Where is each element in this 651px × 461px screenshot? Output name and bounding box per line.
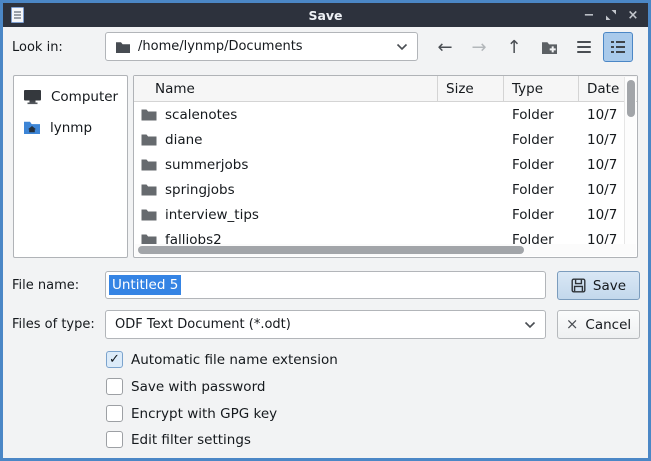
save-button[interactable]: Save xyxy=(557,271,640,300)
sidebar-item-label: Computer xyxy=(51,89,118,105)
minimize-button[interactable]: − xyxy=(580,6,598,24)
folder-icon xyxy=(141,233,157,244)
chevron-down-icon xyxy=(524,321,536,329)
checkbox-box[interactable] xyxy=(106,405,123,422)
restore-button[interactable] xyxy=(602,6,620,24)
file-name: springjobs xyxy=(165,182,235,198)
detail-view-icon xyxy=(611,41,625,54)
file-type: Folder xyxy=(504,107,579,123)
file-date: 10/7 xyxy=(579,157,624,173)
file-date: 10/7 xyxy=(579,107,624,123)
folder-icon xyxy=(141,183,157,196)
file-name-input[interactable]: Untitled 5 xyxy=(105,271,546,299)
window-title: Save xyxy=(3,8,648,23)
restore-icon xyxy=(605,9,617,21)
floppy-icon xyxy=(571,278,586,293)
folder-icon xyxy=(141,208,157,221)
file-list: Name Size Type Date scalenotes Folder 10… xyxy=(133,75,638,258)
folder-icon xyxy=(141,158,157,171)
checkbox-edit-filter[interactable]: Edit filter settings xyxy=(106,430,251,449)
file-date: 10/7 xyxy=(579,207,624,223)
folder-icon xyxy=(115,40,131,54)
file-name: summerjobs xyxy=(165,157,248,173)
checkbox-label: Edit filter settings xyxy=(131,432,251,448)
save-button-label: Save xyxy=(593,278,626,294)
file-row[interactable]: springjobs Folder 10/7 xyxy=(134,177,624,202)
file-type: Folder xyxy=(504,232,579,245)
file-name: scalenotes xyxy=(165,107,237,123)
close-x-icon: × xyxy=(566,317,579,332)
save-dialog-window: Save − × Look in: /home/lynmp/Documents … xyxy=(0,0,651,461)
sidebar-item-computer[interactable]: Computer xyxy=(14,81,127,112)
file-date: 10/7 xyxy=(579,132,624,148)
close-button[interactable]: × xyxy=(624,6,642,24)
checkbox-label: Save with password xyxy=(131,379,265,395)
file-type-value: ODF Text Document (*.odt) xyxy=(115,317,517,332)
chevron-down-icon xyxy=(396,43,408,51)
checkbox-label: Automatic file name extension xyxy=(131,352,338,368)
checkbox-automatic-extension[interactable]: ✓ Automatic file name extension xyxy=(106,350,338,369)
file-row[interactable]: falljobs2 Folder 10/7 xyxy=(134,227,624,244)
file-list-rows: scalenotes Folder 10/7 diane Folder 10/7… xyxy=(134,102,624,244)
file-type-label: Files of type: xyxy=(12,317,95,332)
computer-icon xyxy=(23,89,42,105)
sidebar-item-label: lynmp xyxy=(50,120,92,136)
checkbox-encrypt-gpg[interactable]: Encrypt with GPG key xyxy=(106,404,277,423)
sidebar-item-lynmp[interactable]: lynmp xyxy=(14,112,127,143)
file-row[interactable]: interview_tips Folder 10/7 xyxy=(134,202,624,227)
places-sidebar: Computer lynmp xyxy=(13,75,128,258)
back-button[interactable]: ← xyxy=(430,32,460,62)
file-type: Folder xyxy=(504,182,579,198)
column-header-size[interactable]: Size xyxy=(438,76,504,101)
file-type: Folder xyxy=(504,132,579,148)
look-in-label: Look in: xyxy=(12,40,63,55)
file-name-label: File name: xyxy=(12,278,79,293)
titlebar[interactable]: Save − × xyxy=(3,3,648,27)
horizontal-scrollbar[interactable] xyxy=(135,244,636,256)
file-row[interactable]: summerjobs Folder 10/7 xyxy=(134,152,624,177)
checkbox-label: Encrypt with GPG key xyxy=(131,406,277,422)
new-folder-button[interactable] xyxy=(534,32,564,62)
file-type-combobox[interactable]: ODF Text Document (*.odt) xyxy=(105,310,546,339)
file-type: Folder xyxy=(504,157,579,173)
file-name: interview_tips xyxy=(165,207,259,223)
detail-view-button[interactable] xyxy=(603,32,633,62)
horizontal-scrollbar-thumb[interactable] xyxy=(138,246,524,254)
file-name-value: Untitled 5 xyxy=(109,275,181,295)
column-header-name[interactable]: Name xyxy=(134,76,438,101)
file-name: falljobs2 xyxy=(165,232,222,245)
up-button[interactable]: ↑ xyxy=(499,32,529,62)
look-in-combobox[interactable]: /home/lynmp/Documents xyxy=(105,32,418,61)
list-view-button[interactable] xyxy=(569,32,599,62)
file-row[interactable]: diane Folder 10/7 xyxy=(134,127,624,152)
list-view-icon xyxy=(577,41,591,53)
forward-button[interactable]: → xyxy=(464,32,494,62)
file-list-header: Name Size Type Date xyxy=(134,76,637,102)
new-folder-icon xyxy=(541,40,558,55)
checkbox-box[interactable]: ✓ xyxy=(106,351,123,368)
home-folder-icon xyxy=(23,120,41,135)
folder-icon xyxy=(141,133,157,146)
checkbox-box[interactable] xyxy=(106,378,123,395)
file-date: 10/7 xyxy=(579,182,624,198)
cancel-button[interactable]: × Cancel xyxy=(557,310,640,339)
vertical-scrollbar[interactable] xyxy=(624,77,636,244)
checkbox-save-with-password[interactable]: Save with password xyxy=(106,377,265,396)
folder-icon xyxy=(141,108,157,121)
cancel-button-label: Cancel xyxy=(585,317,631,333)
look-in-path: /home/lynmp/Documents xyxy=(138,39,389,54)
file-type: Folder xyxy=(504,207,579,223)
vertical-scrollbar-thumb[interactable] xyxy=(627,80,635,117)
dialog-content: Look in: /home/lynmp/Documents ← → ↑ xyxy=(3,27,648,458)
window-controls: − × xyxy=(580,3,642,27)
checkbox-box[interactable] xyxy=(106,431,123,448)
file-row[interactable]: scalenotes Folder 10/7 xyxy=(134,102,624,127)
file-name: diane xyxy=(165,132,202,148)
file-date: 10/7 xyxy=(579,232,624,245)
column-header-type[interactable]: Type xyxy=(504,76,579,101)
